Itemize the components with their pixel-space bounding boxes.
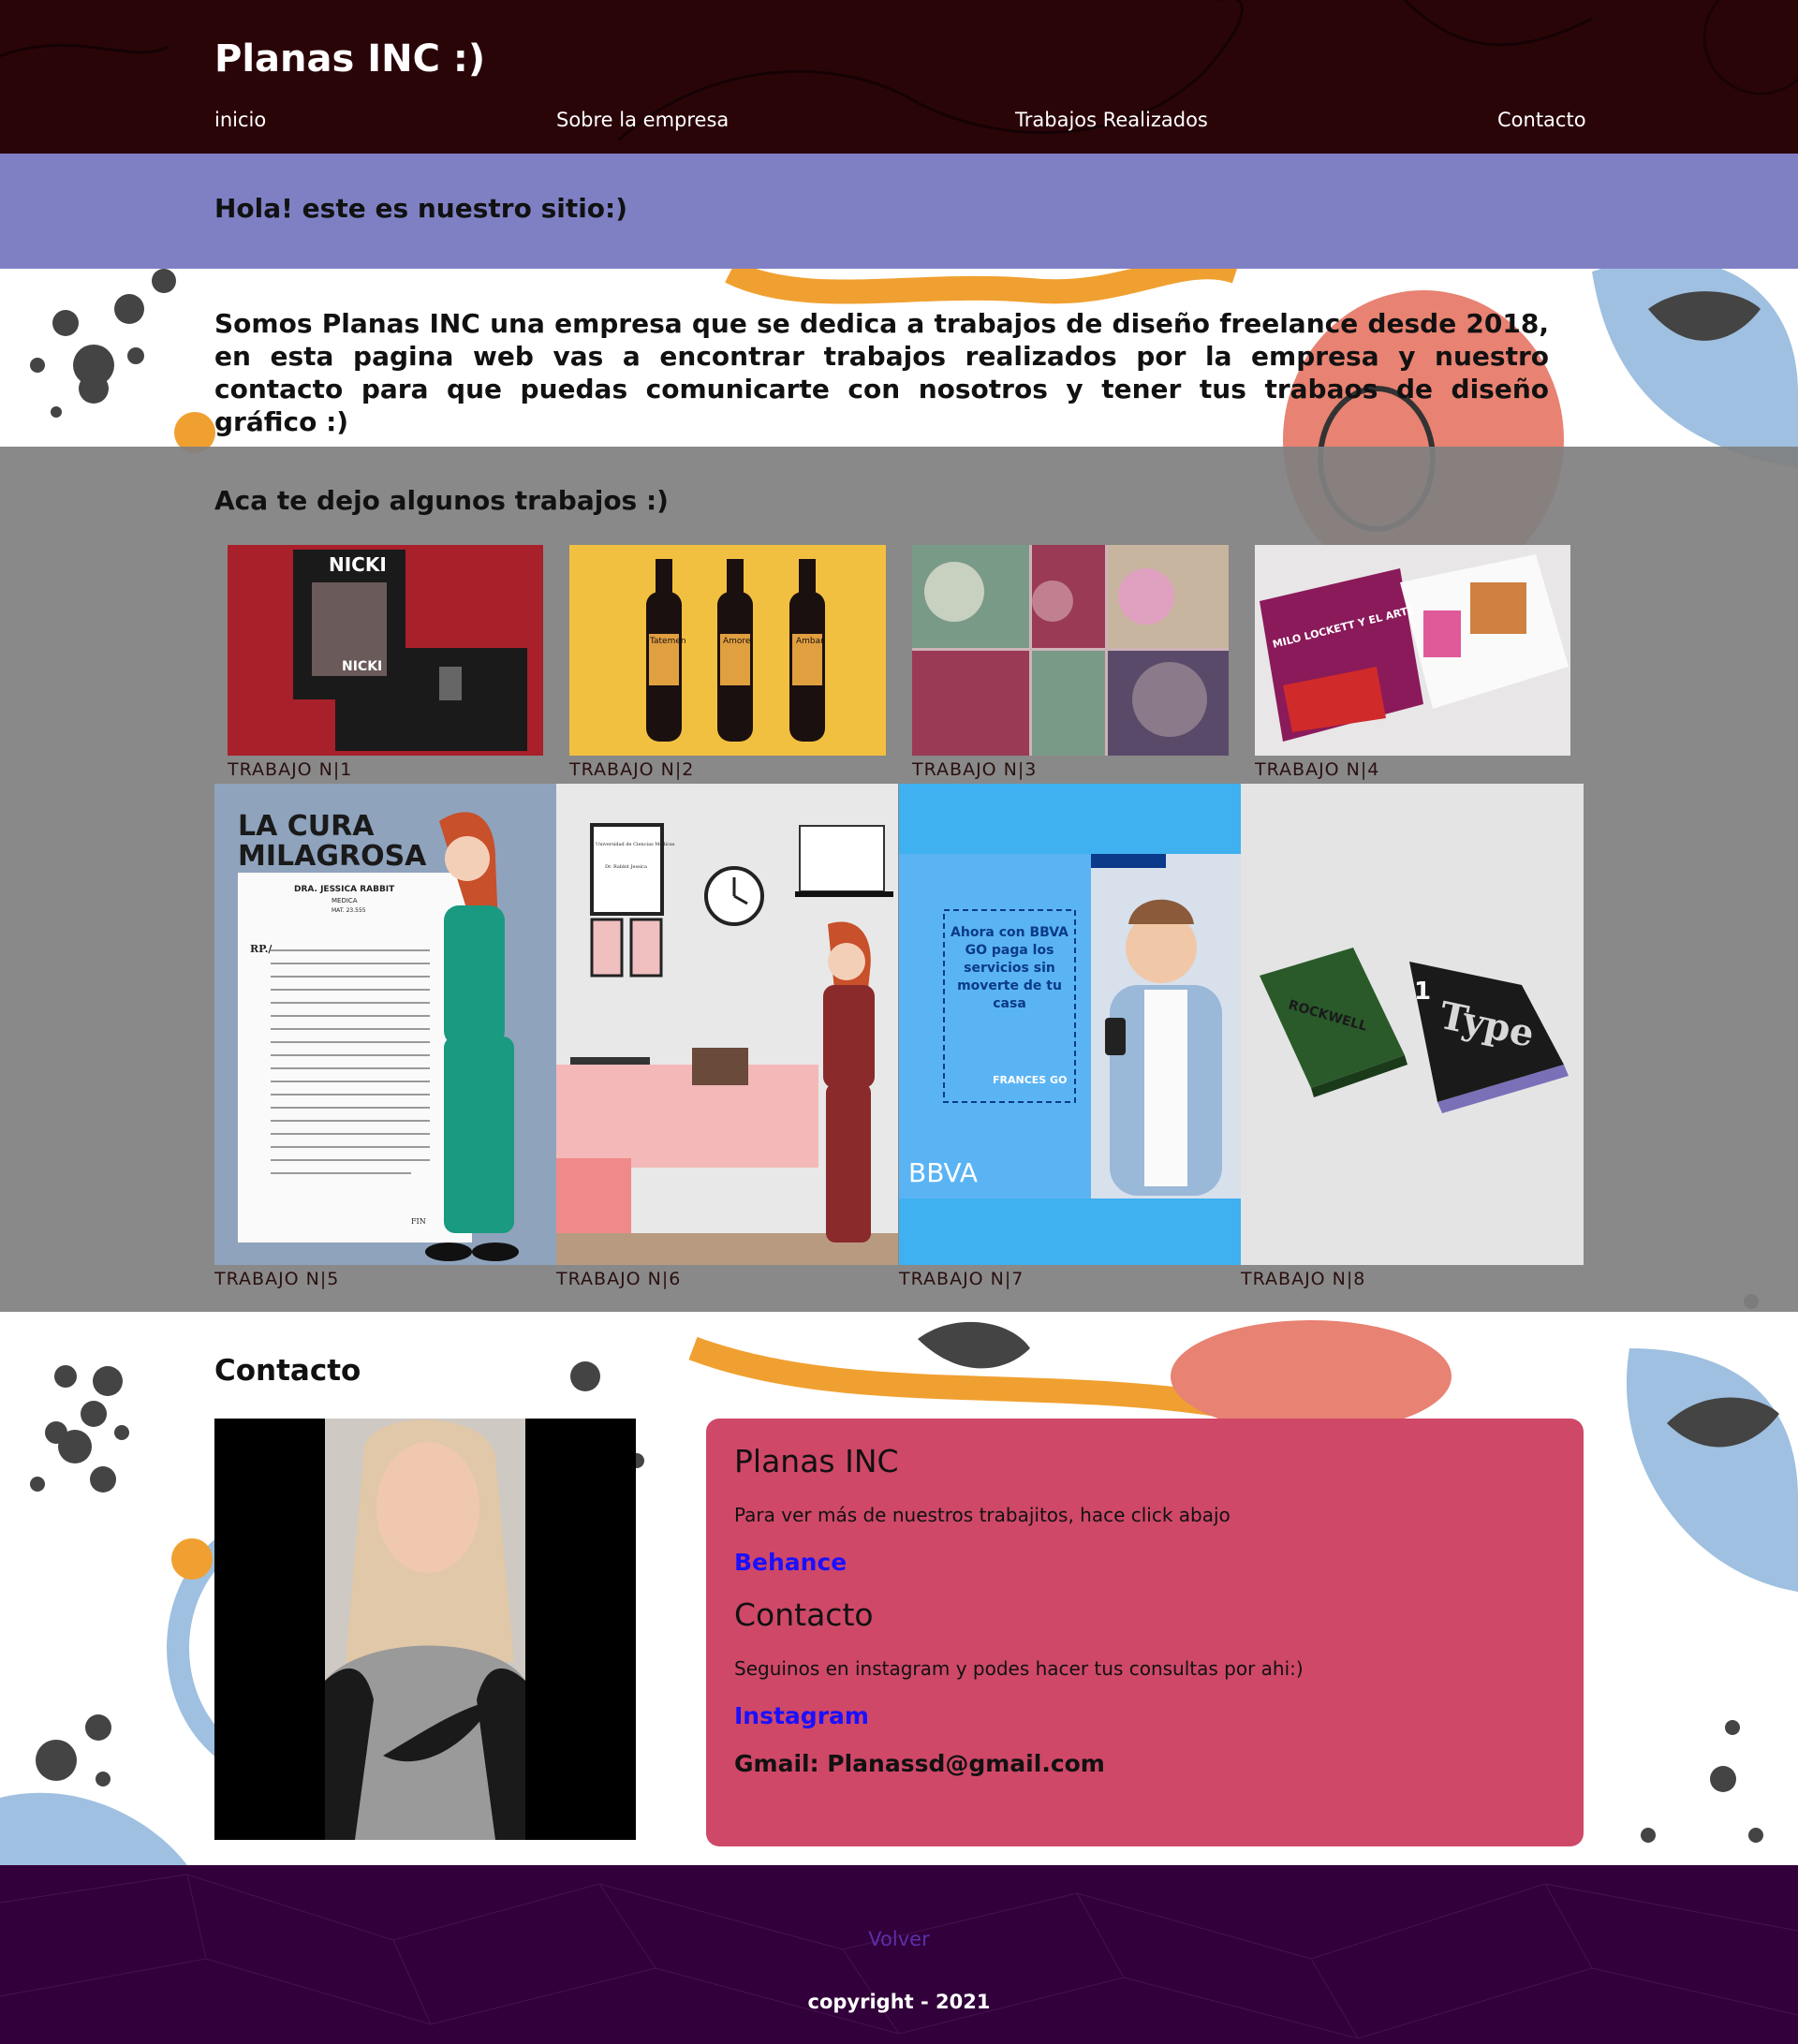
diploma-title: Universidad de Ciencias Médicas: [596, 841, 675, 847]
hero-banner: Hola! este es nuestro sitio:): [0, 154, 1798, 269]
diploma-name: Dr. Rabbit Jessica: [605, 864, 647, 870]
work-caption-6: TRABAJO N|6: [556, 1269, 682, 1289]
work-caption-4: TRABAJO N|4: [1255, 759, 1380, 780]
work-thumbnail-2[interactable]: Tatemen Amore Ambar: [569, 545, 886, 756]
work-caption-8: TRABAJO N|8: [1241, 1269, 1366, 1289]
bottle-label-2: Amore: [723, 637, 751, 646]
work-thumbnail-7[interactable]: Ahora con BBVA GO paga los servicios sin…: [899, 784, 1241, 1265]
work-card-4[interactable]: MILO LOCKETT Y EL ARTE TRABAJO N|4: [1255, 545, 1570, 780]
nav-link-trabajos[interactable]: Trabajos Realizados: [1015, 109, 1208, 131]
card-heading-contact: Contacto: [734, 1596, 874, 1633]
work-caption-3: TRABAJO N|3: [912, 759, 1038, 780]
instagram-link[interactable]: Instagram: [734, 1702, 1555, 1729]
svg-text:MILAGROSA: MILAGROSA: [238, 840, 427, 873]
back-link[interactable]: Volver: [0, 1928, 1798, 1950]
work-thumbnail-4[interactable]: MILO LOCKETT Y EL ARTE: [1255, 545, 1570, 756]
work-caption-1: TRABAJO N|1: [228, 759, 353, 780]
frances-go: FRANCES GO: [993, 1074, 1067, 1086]
svg-text:LA CURA: LA CURA: [238, 810, 375, 843]
rp-label: RP./: [250, 943, 273, 955]
work-caption-5: TRABAJO N|5: [214, 1269, 340, 1289]
work-card-1[interactable]: NICKI NICKI TRABAJO N|1: [228, 545, 543, 780]
work-thumbnail-8[interactable]: ROCKWELL Type 1: [1241, 784, 1584, 1265]
work-card-6[interactable]: Universidad de Ciencias Médicas Dr. Rabb…: [556, 784, 898, 1289]
site-header: Planas INC :) inicio Sobre la empresa Tr…: [0, 0, 1798, 154]
intro-text: Somos Planas INC una empresa que se dedi…: [214, 308, 1549, 437]
doctor-role: MEDICA: [332, 897, 358, 904]
gmail-text: Gmail: Planassd@gmail.com: [734, 1750, 1105, 1777]
work-thumbnail-3[interactable]: [912, 545, 1229, 756]
footer-pattern: [0, 1874, 1798, 2039]
bbva-logo: BBVA: [908, 1157, 978, 1188]
work-card-5[interactable]: LA CURA MILAGROSA DRA. JESSICA RABBIT ME…: [214, 784, 556, 1289]
work-card-2[interactable]: Tatemen Amore Ambar TRABAJO N|2: [569, 545, 886, 780]
work-caption-2: TRABAJO N|2: [569, 759, 695, 780]
type-number: 1: [1414, 978, 1431, 1006]
hero-title: Hola! este es nuestro sitio:): [214, 193, 628, 224]
work-thumbnail-1[interactable]: NICKI NICKI: [228, 545, 543, 756]
doctor-name: DRA. JESSICA RABBIT: [294, 885, 395, 894]
work-card-3[interactable]: TRABAJO N|3: [912, 545, 1229, 780]
work-card-7[interactable]: Ahora con BBVA GO paga los servicios sin…: [899, 784, 1241, 1289]
copyright-text: copyright - 2021: [807, 1991, 991, 2013]
fin-label: FIN: [411, 1217, 426, 1226]
bottle-label-1: Tatemen: [649, 637, 686, 646]
work-thumbnail-5[interactable]: LA CURA MILAGROSA DRA. JESSICA RABBIT ME…: [214, 784, 556, 1265]
profile-photo: [214, 1419, 636, 1840]
doctor-mat: MAT. 23.555: [332, 907, 366, 914]
work-1-title: NICKI: [329, 553, 387, 576]
card-text-instagram: Seguinos en instagram y podes hacer tus …: [734, 1657, 1304, 1680]
bbva-slogan: Ahora con BBVA GO paga los servicios sin…: [951, 925, 1068, 1011]
nav-link-inicio[interactable]: inicio: [214, 109, 266, 131]
work-thumbnail-6[interactable]: Universidad de Ciencias Médicas Dr. Rabb…: [556, 784, 898, 1265]
contact-title: Contacto: [214, 1354, 361, 1388]
card-heading-company: Planas INC: [734, 1443, 899, 1479]
work-card-8[interactable]: ROCKWELL Type 1 TRABAJO N|8: [1241, 784, 1584, 1289]
brand-title: Planas INC :): [214, 37, 486, 81]
site-footer: Volver copyright - 2021: [0, 1865, 1798, 2044]
card-text-works: Para ver más de nuestros trabajitos, hac…: [734, 1504, 1231, 1526]
svg-text:NICKI: NICKI: [342, 659, 382, 674]
contact-card: Planas INC Para ver más de nuestros trab…: [706, 1419, 1584, 1846]
works-title: Aca te dejo algunos trabajos :): [214, 485, 669, 516]
behance-link[interactable]: Behance: [734, 1549, 1555, 1576]
work-caption-7: TRABAJO N|7: [899, 1269, 1024, 1289]
bottle-label-3: Ambar: [796, 637, 824, 646]
nav-link-contacto[interactable]: Contacto: [1497, 109, 1586, 131]
nav-link-sobre[interactable]: Sobre la empresa: [556, 109, 729, 131]
